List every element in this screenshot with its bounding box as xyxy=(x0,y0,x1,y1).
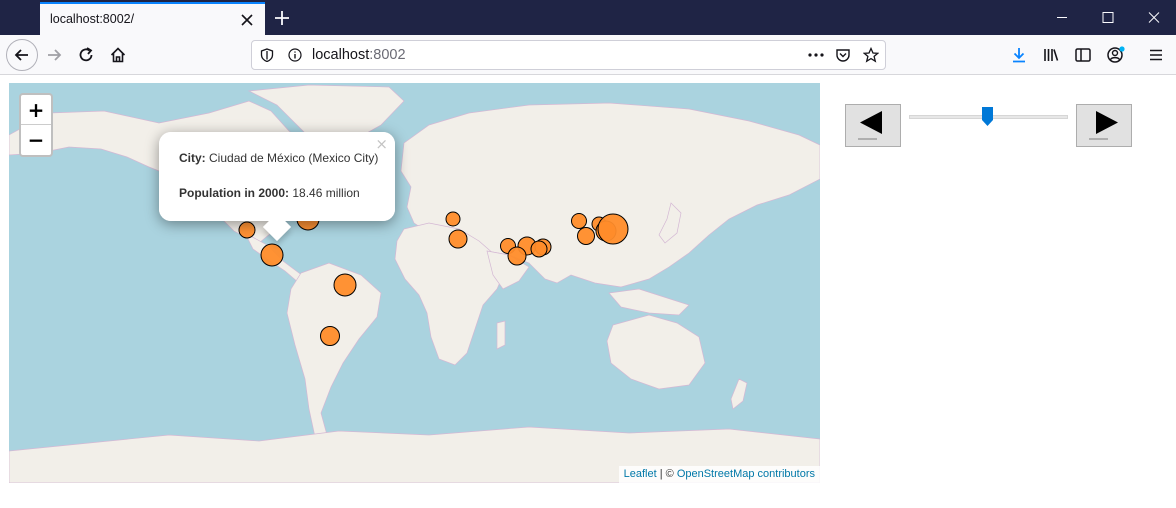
menu-hamburger-icon[interactable] xyxy=(1147,46,1165,64)
close-window-icon[interactable] xyxy=(1131,0,1176,35)
attribution-separator: | © xyxy=(656,468,677,480)
leaflet-link[interactable]: Leaflet xyxy=(624,468,657,480)
previous-triangle-icon xyxy=(858,111,882,140)
city-bubble-istanbul[interactable] xyxy=(445,211,461,227)
next-triangle-icon xyxy=(1089,111,1118,140)
forward-button[interactable] xyxy=(40,41,68,69)
popup-city-label: City: xyxy=(179,151,206,165)
slider-thumb[interactable] xyxy=(981,107,993,126)
city-bubble-mumbai[interactable] xyxy=(507,246,527,266)
city-bubble-mexico-city[interactable] xyxy=(260,243,284,267)
world-basemap[interactable] xyxy=(9,83,820,483)
zoom-out-button[interactable]: − xyxy=(21,125,51,155)
city-bubble-cairo[interactable] xyxy=(448,229,468,249)
popup-population-line: Population in 2000: 18.46 million xyxy=(179,186,360,200)
reload-button[interactable] xyxy=(72,41,100,69)
new-tab-icon[interactable] xyxy=(272,8,292,28)
city-bubble-kolkata[interactable] xyxy=(530,240,548,258)
popup-population-value: 18.46 million xyxy=(292,186,360,200)
account-icon[interactable] xyxy=(1106,45,1126,65)
openstreetmap-link[interactable]: OpenStreetMap contributors xyxy=(677,468,815,480)
popup-content: × City: Ciudad de México (Mexico City) P… xyxy=(159,132,395,221)
address-bar[interactable]: localhost:8002 xyxy=(251,40,886,70)
leaflet-map[interactable]: + − × City: Ciudad de México (Mexico Cit… xyxy=(9,83,820,483)
home-icon xyxy=(110,47,126,63)
year-slider[interactable] xyxy=(909,104,1068,130)
minimize-window-icon[interactable] xyxy=(1039,0,1085,35)
sidebar-icon[interactable] xyxy=(1074,46,1092,64)
browser-tab[interactable]: localhost:8002/ xyxy=(40,2,265,35)
window-titlebar: localhost:8002/ xyxy=(0,0,1176,35)
city-bubble-shanghai[interactable] xyxy=(577,227,595,245)
map-attribution: Leaflet | © OpenStreetMap contributors xyxy=(618,466,820,483)
url-text[interactable]: localhost:8002 xyxy=(312,47,406,63)
popup-population-label: Population in 2000: xyxy=(179,186,290,200)
popup-city-value: Ciudad de México (Mexico City) xyxy=(209,151,379,165)
url-host: localhost xyxy=(312,47,370,63)
downloads-icon[interactable] xyxy=(1010,46,1028,64)
close-tab-icon[interactable] xyxy=(239,12,255,28)
page-actions-ellipsis-icon[interactable] xyxy=(807,48,825,62)
tracking-protection-shield-icon[interactable] xyxy=(260,48,274,62)
forward-arrow-icon xyxy=(48,49,62,61)
previous-year-button[interactable] xyxy=(845,104,901,147)
back-arrow-icon xyxy=(14,49,28,61)
site-info-icon[interactable] xyxy=(288,48,302,62)
reload-icon xyxy=(79,47,93,62)
bookmark-star-icon[interactable] xyxy=(863,47,879,63)
maximize-window-icon[interactable] xyxy=(1085,0,1131,35)
navigation-toolbar: localhost:8002 xyxy=(0,35,1176,75)
zoom-control: + − xyxy=(19,93,53,157)
home-button[interactable] xyxy=(104,41,132,69)
city-bubble-buenos-aires[interactable] xyxy=(320,326,340,346)
pocket-icon[interactable] xyxy=(835,47,851,63)
zoom-in-button[interactable]: + xyxy=(21,95,51,125)
popup-city-line: City: Ciudad de México (Mexico City) xyxy=(179,151,378,165)
city-popup: × City: Ciudad de México (Mexico City) P… xyxy=(159,132,395,242)
back-button[interactable] xyxy=(6,39,38,71)
url-port: :8002 xyxy=(369,47,406,63)
city-bubble-tokyo[interactable] xyxy=(597,213,629,245)
city-bubble-los-angeles[interactable] xyxy=(238,221,256,239)
tab-title: localhost:8002/ xyxy=(50,12,135,26)
city-bubble-beijing[interactable] xyxy=(571,213,587,229)
library-icon[interactable] xyxy=(1042,46,1060,64)
city-bubble-sao-paulo[interactable] xyxy=(333,273,357,297)
next-year-button[interactable] xyxy=(1076,104,1132,147)
